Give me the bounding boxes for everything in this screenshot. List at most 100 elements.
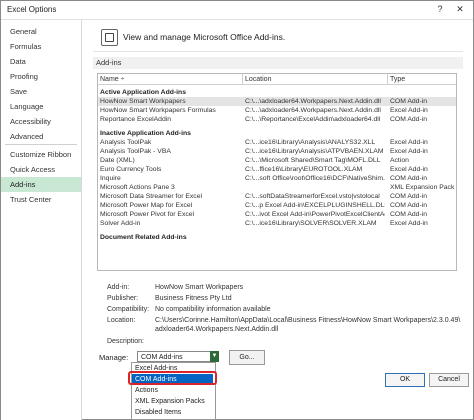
addin-type: COM Add-in xyxy=(390,193,428,200)
table-row[interactable]: Microsoft Actions Pane 3 XML Expansion Pa… xyxy=(98,183,456,192)
highlight-callout xyxy=(128,371,217,385)
addin-location: C:\...ice16\Library\Analysis\ANALYS32.XL… xyxy=(245,139,376,146)
ok-button[interactable]: OK xyxy=(385,373,425,387)
dropdown-option-actions[interactable]: Actions xyxy=(132,385,213,396)
table-row[interactable]: Microsoft Power Map for Excel C:\...p Exc… xyxy=(98,201,456,210)
addin-name: Microsoft Actions Pane 3 xyxy=(100,184,175,191)
location-label: Location: xyxy=(107,317,136,324)
addin-label: Add-in: xyxy=(107,284,130,291)
manage-select[interactable]: COM Add-ins xyxy=(137,351,219,362)
addin-location: C:\...p Excel Add-in\EXCELPLUGINSHELL.DL… xyxy=(245,202,385,209)
addin-location: C:\...\adxloader64.Workpapers.Next.Addin… xyxy=(245,98,381,105)
addin-location: C:\...ice16\Library\SOLVER\SOLVER.XLAM xyxy=(245,220,377,227)
manage-label: Manage: xyxy=(99,353,129,362)
sidebar-item-proofing[interactable]: Proofing xyxy=(1,69,81,84)
cancel-button[interactable]: Cancel xyxy=(429,373,469,387)
addin-type: COM Add-in xyxy=(390,116,428,123)
table-row[interactable]: Analysis ToolPak - VBA C:\...ice16\Librar… xyxy=(98,147,456,156)
table-row[interactable]: Microsoft Power Pivot for Excel C:\...ivo… xyxy=(98,210,456,219)
table-row[interactable]: Microsoft Data Streamer for Excel C:\...s… xyxy=(98,192,456,201)
compatibility-label: Compatibility: xyxy=(107,306,150,313)
dropdown-option-disabled-items[interactable]: Disabled Items xyxy=(132,407,213,418)
sidebar-item-quick-access-toolbar[interactable]: Quick Access Toolbar xyxy=(1,162,81,189)
location-value-line1: C:\Users\Corinne.Hamilton\AppData\Local\… xyxy=(155,317,461,324)
group-label: Active Application Add-ins xyxy=(100,89,186,96)
sidebar-item-trust-center[interactable]: Trust Center xyxy=(1,192,81,207)
addin-name: Analysis ToolPak - VBA xyxy=(100,148,171,155)
addin-type: COM Add-in xyxy=(390,202,428,209)
sidebar-item-customize-ribbon[interactable]: Customize Ribbon xyxy=(1,147,81,162)
help-icon[interactable]: ? xyxy=(433,3,447,16)
addin-location: C:\...ivot Excel Add-in\PowerPivotExcelC… xyxy=(245,211,385,218)
sidebar-item-add-ins[interactable]: Add-ins xyxy=(1,177,81,192)
main-panel: View and manage Microsoft Office Add-ins… xyxy=(87,20,467,380)
addin-value: HowNow Smart Workpapers xyxy=(155,284,244,291)
sidebar-item-general[interactable]: General xyxy=(1,24,81,39)
description-label: Description: xyxy=(107,338,144,345)
title-bar: Excel Options ? ✕ xyxy=(1,1,473,20)
compatibility-value: No compatibility information available xyxy=(155,306,271,313)
table-row[interactable]: HowNow Smart Workpapers C:\...\adxloader6… xyxy=(98,97,456,106)
group-label: Document Related Add-ins xyxy=(100,234,187,241)
section-title: Add-ins xyxy=(93,57,463,69)
sidebar-item-save[interactable]: Save xyxy=(1,84,81,99)
panel-header: View and manage Microsoft Office Add-ins… xyxy=(93,27,463,53)
go-button[interactable]: Go... xyxy=(229,350,265,365)
addin-name: HowNow Smart Workpapers xyxy=(100,98,186,105)
addin-name: Reportance ExcelAddin xyxy=(100,116,172,123)
table-row[interactable]: Reportance ExcelAddin C:\...\Reportance\E… xyxy=(98,115,456,124)
sidebar-item-data[interactable]: Data xyxy=(1,54,81,69)
group-label: Inactive Application Add-ins xyxy=(100,130,191,137)
addin-name: Solver Add-in xyxy=(100,220,141,227)
addin-type: COM Add-in xyxy=(390,98,428,105)
addin-name: Euro Currency Tools xyxy=(100,166,162,173)
sidebar-item-accessibility[interactable]: Accessibility xyxy=(1,114,81,129)
table-row[interactable]: Euro Currency Tools C:\...ffice16\Library… xyxy=(98,165,456,174)
addin-location: C:\...\adxloader64.Workpapers.Next.Addin… xyxy=(245,107,381,114)
chevron-down-icon[interactable]: ▼ xyxy=(210,351,219,362)
addin-location: C:\...ice16\Library\Analysis\ATPVBAEN.XL… xyxy=(245,148,384,155)
table-row[interactable]: Solver Add-in C:\...ice16\Library\SOLVER\… xyxy=(98,219,456,228)
location-value-line2: adxloader64.Workpapers.Next.Addin.dll xyxy=(155,326,279,333)
excel-options-window: Excel Options ? ✕ General Formulas Data Pro… xyxy=(0,0,474,420)
addin-type: Excel Add-in xyxy=(390,220,428,227)
addin-type: Action xyxy=(390,157,409,164)
table-row[interactable]: Date (XML) C:\...\Microsoft Shared\Smart … xyxy=(98,156,456,165)
table-group-header: Document Related Add-ins xyxy=(98,233,456,242)
addin-name: Inquire xyxy=(100,175,121,182)
addin-name: HowNow Smart Workpapers Formulas xyxy=(100,107,216,114)
column-header-name[interactable]: Name ÷ xyxy=(98,74,243,85)
addin-name: Date (XML) xyxy=(100,157,135,164)
addins-table[interactable]: Name ÷ Location Type Active Application … xyxy=(97,73,457,271)
addin-name: Microsoft Power Pivot for Excel xyxy=(100,211,195,218)
addin-location: C:\...soft Office\root\Office16\DCF\Nati… xyxy=(245,175,385,182)
table-row[interactable]: Analysis ToolPak C:\...ice16\Library\Anal… xyxy=(98,138,456,147)
column-header-location[interactable]: Location xyxy=(243,74,388,85)
addin-type: Excel Add-in xyxy=(390,166,428,173)
dropdown-option-xml-expansion-packs[interactable]: XML Expansion Packs xyxy=(132,396,213,407)
table-group-header: Inactive Application Add-ins xyxy=(98,129,456,138)
sidebar-separator xyxy=(5,144,77,145)
publisher-value: Business Fitness Pty Ltd xyxy=(155,295,232,302)
addin-type: COM Add-in xyxy=(390,175,428,182)
addin-location: C:\...\Reportance\ExcelAddin\adxloader64… xyxy=(245,116,381,123)
addin-type: Excel Add-in xyxy=(390,148,428,155)
addin-type: Excel Add-in xyxy=(390,139,428,146)
panel-header-text: View and manage Microsoft Office Add-ins… xyxy=(123,32,286,42)
sidebar: General Formulas Data Proofing Save Language A… xyxy=(1,20,82,420)
sidebar-item-language[interactable]: Language xyxy=(1,99,81,114)
addin-type: Excel Add-in xyxy=(390,107,428,114)
addin-type: COM Add-in xyxy=(390,211,428,218)
addin-details: Add-in: HowNow Smart Workpapers Publishe… xyxy=(97,268,467,350)
header-divider xyxy=(93,51,463,52)
addin-name: Analysis ToolPak xyxy=(100,139,152,146)
addin-location: C:\...ffice16\Library\EUROTOOL.XLAM xyxy=(245,166,363,173)
column-header-type[interactable]: Type xyxy=(388,74,456,85)
table-row[interactable]: HowNow Smart Workpapers Formulas C:\...\a… xyxy=(98,106,456,115)
table-group-header: Active Application Add-ins xyxy=(98,88,456,97)
sidebar-item-formulas[interactable]: Formulas xyxy=(1,39,81,54)
addins-icon xyxy=(101,29,118,46)
close-icon[interactable]: ✕ xyxy=(453,3,467,16)
sidebar-item-advanced[interactable]: Advanced xyxy=(1,129,81,144)
table-row[interactable]: Inquire C:\...soft Office\root\Office16\D… xyxy=(98,174,456,183)
